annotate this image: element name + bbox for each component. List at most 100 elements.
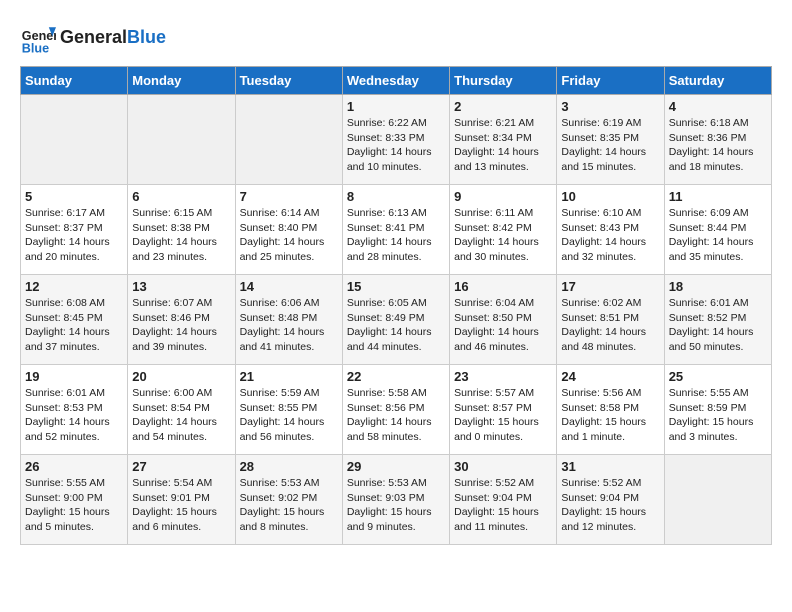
calendar-cell: 30 Sunrise: 5:52 AM Sunset: 9:04 PM Dayli…: [450, 455, 557, 545]
calendar-cell: 11Sunrise: 6:09 AM Sunset: 8:44 PM Dayli…: [664, 185, 771, 275]
calendar-cell: 25 Sunrise: 5:55 AM Sunset: 8:59 PM Dayli…: [664, 365, 771, 455]
day-number: 2: [454, 99, 552, 114]
day-info: Sunrise: 6:11 AM Sunset: 8:42 PM Dayligh…: [454, 206, 552, 265]
day-number: 12: [25, 279, 123, 294]
col-header-saturday: Saturday: [664, 67, 771, 95]
day-info: Sunrise: 6:21 AM Sunset: 8:34 PM Dayligh…: [454, 116, 552, 175]
calendar-cell: 6 Sunrise: 6:15 AM Sunset: 8:38 PM Daylig…: [128, 185, 235, 275]
day-number: 3: [561, 99, 659, 114]
calendar-cell: 18 Sunrise: 6:01 AM Sunset: 8:52 PM Dayli…: [664, 275, 771, 365]
day-info: Sunrise: 5:57 AM Sunset: 8:57 PM Dayligh…: [454, 386, 552, 445]
day-info: Sunrise: 5:56 AM Sunset: 8:58 PM Dayligh…: [561, 386, 659, 445]
day-number: 21: [240, 369, 338, 384]
day-number: 5: [25, 189, 123, 204]
calendar-cell: 12 Sunrise: 6:08 AM Sunset: 8:45 PM Dayli…: [21, 275, 128, 365]
day-info: Sunrise: 6:05 AM Sunset: 8:49 PM Dayligh…: [347, 296, 445, 355]
col-header-thursday: Thursday: [450, 67, 557, 95]
day-info: Sunrise: 6:01 AM Sunset: 8:53 PM Dayligh…: [25, 386, 123, 445]
day-info: Sunrise: 5:58 AM Sunset: 8:56 PM Dayligh…: [347, 386, 445, 445]
calendar-cell: [21, 95, 128, 185]
day-info: Sunrise: 6:04 AM Sunset: 8:50 PM Dayligh…: [454, 296, 552, 355]
day-number: 28: [240, 459, 338, 474]
calendar-cell: [664, 455, 771, 545]
calendar-cell: 5 Sunrise: 6:17 AM Sunset: 8:37 PM Daylig…: [21, 185, 128, 275]
day-number: 15: [347, 279, 445, 294]
day-info: Sunrise: 6:06 AM Sunset: 8:48 PM Dayligh…: [240, 296, 338, 355]
day-info: Sunrise: 5:54 AM Sunset: 9:01 PM Dayligh…: [132, 476, 230, 535]
logo-blue: Blue: [127, 27, 166, 47]
day-info: Sunrise: 6:00 AM Sunset: 8:54 PM Dayligh…: [132, 386, 230, 445]
calendar-cell: 24 Sunrise: 5:56 AM Sunset: 8:58 PM Dayli…: [557, 365, 664, 455]
calendar-cell: 27 Sunrise: 5:54 AM Sunset: 9:01 PM Dayli…: [128, 455, 235, 545]
day-info: Sunrise: 6:14 AM Sunset: 8:40 PM Dayligh…: [240, 206, 338, 265]
calendar-cell: 19 Sunrise: 6:01 AM Sunset: 8:53 PM Dayli…: [21, 365, 128, 455]
logo: General Blue GeneralBlue: [20, 20, 166, 56]
col-header-tuesday: Tuesday: [235, 67, 342, 95]
day-number: 9: [454, 189, 552, 204]
logo-icon: General Blue: [20, 20, 56, 56]
calendar-cell: 17 Sunrise: 6:02 AM Sunset: 8:51 PM Dayli…: [557, 275, 664, 365]
day-info: Sunrise: 6:15 AM Sunset: 8:38 PM Dayligh…: [132, 206, 230, 265]
col-header-friday: Friday: [557, 67, 664, 95]
calendar-cell: 16 Sunrise: 6:04 AM Sunset: 8:50 PM Dayli…: [450, 275, 557, 365]
day-info: Sunrise: 5:55 AM Sunset: 8:59 PM Dayligh…: [669, 386, 767, 445]
day-number: 17: [561, 279, 659, 294]
day-number: 20: [132, 369, 230, 384]
day-number: 18: [669, 279, 767, 294]
calendar-cell: 15 Sunrise: 6:05 AM Sunset: 8:49 PM Dayli…: [342, 275, 449, 365]
day-number: 24: [561, 369, 659, 384]
page-header: General Blue GeneralBlue: [20, 20, 772, 56]
day-info: Sunrise: 6:07 AM Sunset: 8:46 PM Dayligh…: [132, 296, 230, 355]
day-number: 7: [240, 189, 338, 204]
day-info: Sunrise: 6:02 AM Sunset: 8:51 PM Dayligh…: [561, 296, 659, 355]
day-info: Sunrise: 5:53 AM Sunset: 9:03 PM Dayligh…: [347, 476, 445, 535]
day-number: 29: [347, 459, 445, 474]
svg-text:Blue: Blue: [22, 41, 49, 55]
calendar-cell: 14 Sunrise: 6:06 AM Sunset: 8:48 PM Dayli…: [235, 275, 342, 365]
day-info: Sunrise: 6:13 AM Sunset: 8:41 PM Dayligh…: [347, 206, 445, 265]
day-info: Sunrise: 6:22 AM Sunset: 8:33 PM Dayligh…: [347, 116, 445, 175]
calendar-cell: 1 Sunrise: 6:22 AM Sunset: 8:33 PM Daylig…: [342, 95, 449, 185]
day-info: Sunrise: 6:09 AM Sunset: 8:44 PM Dayligh…: [669, 206, 767, 265]
day-info: Sunrise: 5:52 AM Sunset: 9:04 PM Dayligh…: [561, 476, 659, 535]
day-number: 31: [561, 459, 659, 474]
day-info: Sunrise: 5:52 AM Sunset: 9:04 PM Dayligh…: [454, 476, 552, 535]
calendar-cell: 23 Sunrise: 5:57 AM Sunset: 8:57 PM Dayli…: [450, 365, 557, 455]
day-info: Sunrise: 6:19 AM Sunset: 8:35 PM Dayligh…: [561, 116, 659, 175]
day-number: 1: [347, 99, 445, 114]
day-number: 27: [132, 459, 230, 474]
day-number: 16: [454, 279, 552, 294]
day-info: Sunrise: 6:08 AM Sunset: 8:45 PM Dayligh…: [25, 296, 123, 355]
calendar-cell: 28 Sunrise: 5:53 AM Sunset: 9:02 PM Dayli…: [235, 455, 342, 545]
calendar-cell: 31 Sunrise: 5:52 AM Sunset: 9:04 PM Dayli…: [557, 455, 664, 545]
calendar-cell: 13 Sunrise: 6:07 AM Sunset: 8:46 PM Dayli…: [128, 275, 235, 365]
day-number: 14: [240, 279, 338, 294]
day-info: Sunrise: 6:17 AM Sunset: 8:37 PM Dayligh…: [25, 206, 123, 265]
calendar-cell: [235, 95, 342, 185]
day-number: 30: [454, 459, 552, 474]
calendar-cell: 4Sunrise: 6:18 AM Sunset: 8:36 PM Daylig…: [664, 95, 771, 185]
calendar-cell: 9 Sunrise: 6:11 AM Sunset: 8:42 PM Daylig…: [450, 185, 557, 275]
day-number: 13: [132, 279, 230, 294]
calendar-cell: 8Sunrise: 6:13 AM Sunset: 8:41 PM Daylig…: [342, 185, 449, 275]
day-number: 6: [132, 189, 230, 204]
day-info: Sunrise: 5:53 AM Sunset: 9:02 PM Dayligh…: [240, 476, 338, 535]
day-number: 26: [25, 459, 123, 474]
col-header-sunday: Sunday: [21, 67, 128, 95]
calendar-cell: [128, 95, 235, 185]
day-number: 22: [347, 369, 445, 384]
calendar-cell: 26Sunrise: 5:55 AM Sunset: 9:00 PM Dayli…: [21, 455, 128, 545]
day-info: Sunrise: 6:01 AM Sunset: 8:52 PM Dayligh…: [669, 296, 767, 355]
col-header-wednesday: Wednesday: [342, 67, 449, 95]
col-header-monday: Monday: [128, 67, 235, 95]
calendar-cell: 29 Sunrise: 5:53 AM Sunset: 9:03 PM Dayli…: [342, 455, 449, 545]
day-info: Sunrise: 6:10 AM Sunset: 8:43 PM Dayligh…: [561, 206, 659, 265]
day-number: 19: [25, 369, 123, 384]
day-info: Sunrise: 5:59 AM Sunset: 8:55 PM Dayligh…: [240, 386, 338, 445]
logo-general: General: [60, 27, 127, 47]
calendar-cell: 3 Sunrise: 6:19 AM Sunset: 8:35 PM Daylig…: [557, 95, 664, 185]
calendar-cell: 22 Sunrise: 5:58 AM Sunset: 8:56 PM Dayli…: [342, 365, 449, 455]
calendar-table: SundayMondayTuesdayWednesdayThursdayFrid…: [20, 66, 772, 545]
day-number: 25: [669, 369, 767, 384]
day-number: 23: [454, 369, 552, 384]
